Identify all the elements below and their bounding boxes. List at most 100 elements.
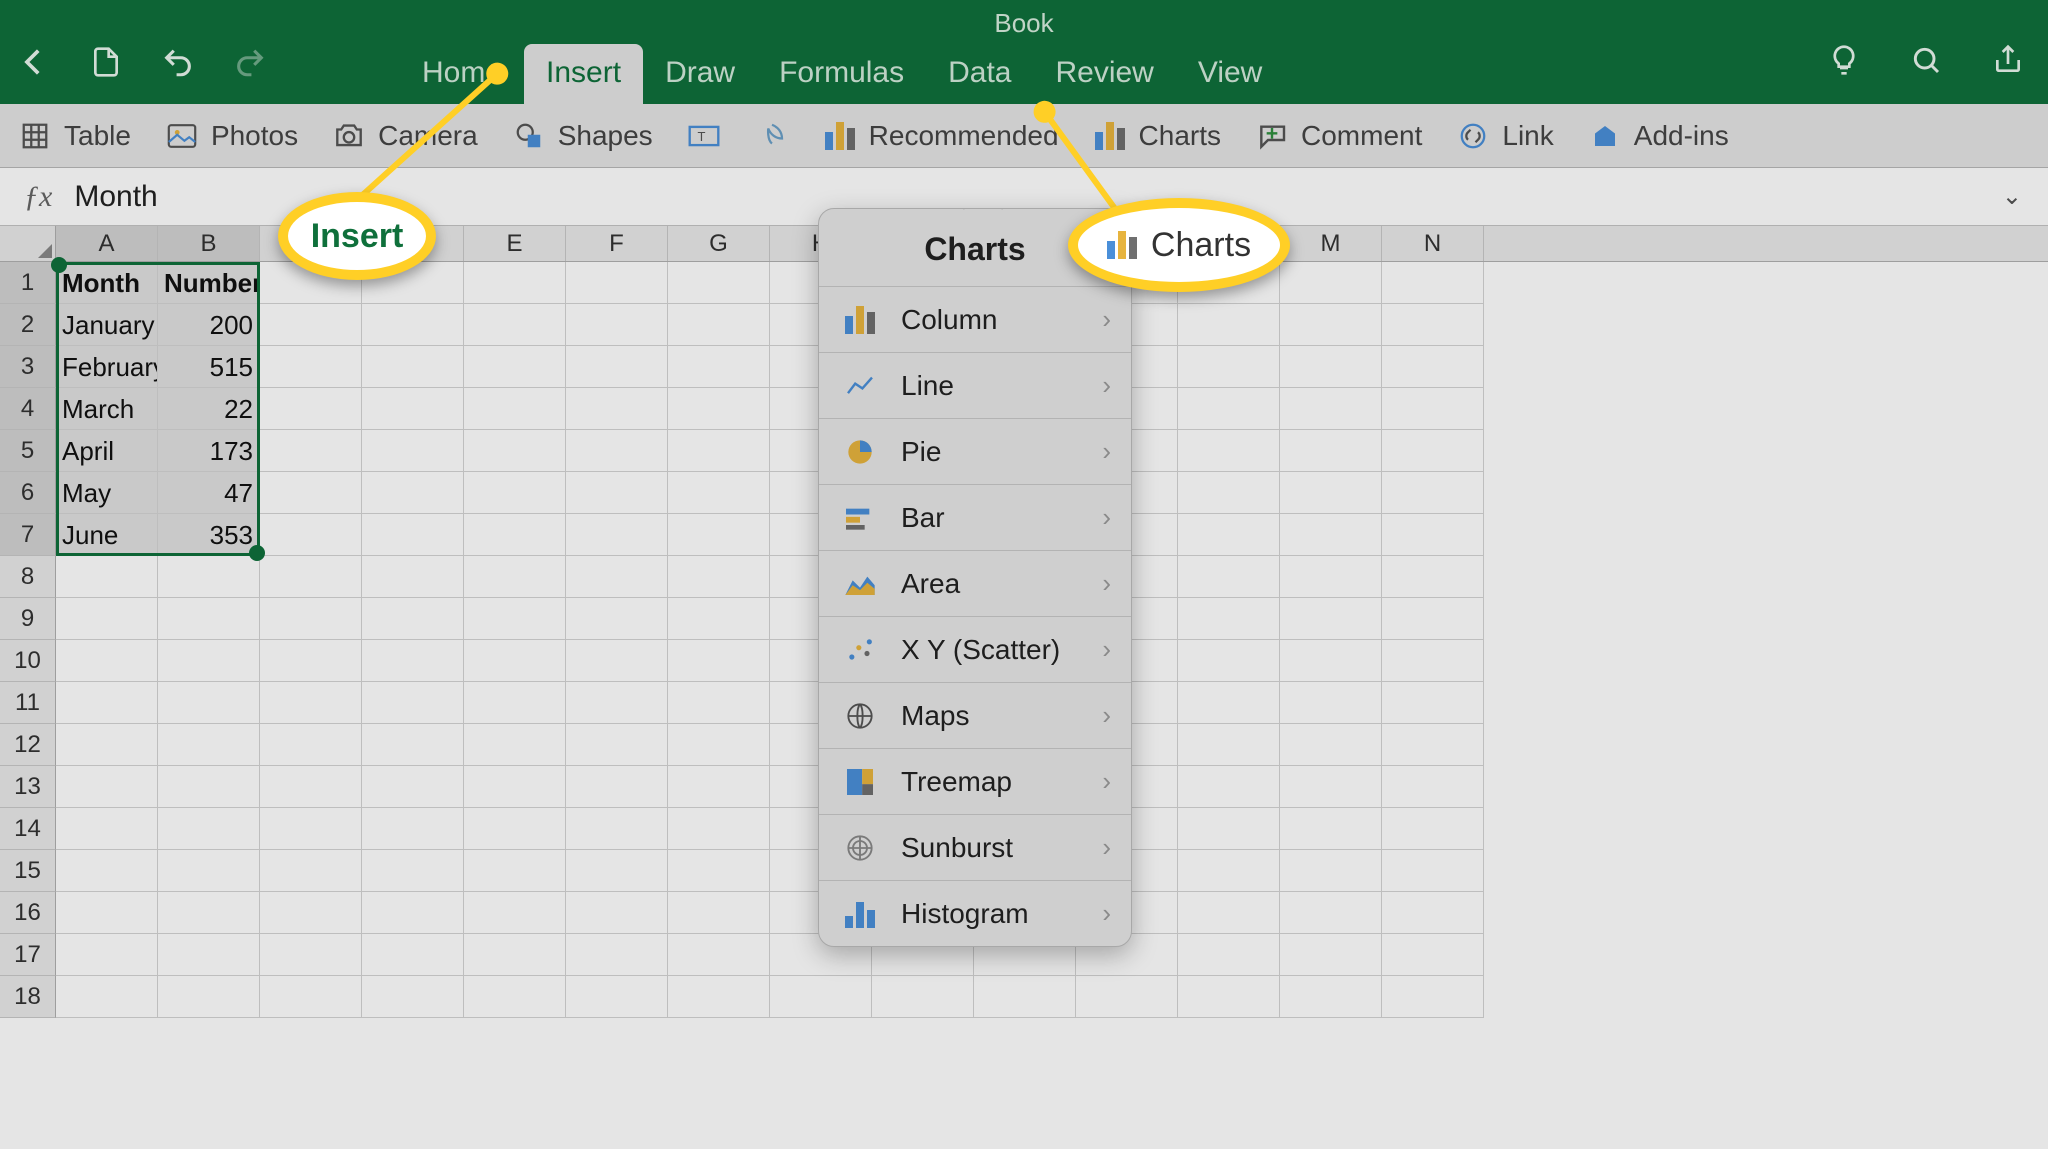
cell[interactable] [56, 934, 158, 976]
cell[interactable] [1382, 598, 1484, 640]
row-header[interactable]: 8 [0, 556, 56, 598]
cell[interactable] [158, 976, 260, 1018]
cell[interactable] [1178, 346, 1280, 388]
row-header[interactable]: 12 [0, 724, 56, 766]
cell[interactable] [1382, 766, 1484, 808]
cell[interactable] [1178, 514, 1280, 556]
chart-type-column[interactable]: Column › [819, 286, 1131, 352]
fx-icon[interactable]: ƒx [24, 180, 52, 214]
cell[interactable] [1178, 766, 1280, 808]
cell[interactable] [260, 724, 362, 766]
cell[interactable] [566, 766, 668, 808]
cell[interactable] [566, 808, 668, 850]
cell[interactable] [56, 682, 158, 724]
cell[interactable] [1280, 850, 1382, 892]
cell[interactable] [464, 472, 566, 514]
cell[interactable] [668, 388, 770, 430]
cell[interactable] [464, 514, 566, 556]
row-header[interactable]: 18 [0, 976, 56, 1018]
cell[interactable] [260, 640, 362, 682]
cell[interactable] [668, 556, 770, 598]
ribbon-addins[interactable]: Add-ins [1588, 119, 1729, 153]
cell[interactable] [1178, 892, 1280, 934]
ribbon-draw[interactable] [755, 119, 789, 153]
cell[interactable]: 515 [158, 346, 260, 388]
cell[interactable] [566, 976, 668, 1018]
cell[interactable] [1382, 472, 1484, 514]
file-icon[interactable] [84, 40, 128, 84]
cell[interactable] [362, 556, 464, 598]
chart-type-bar[interactable]: Bar › [819, 484, 1131, 550]
cell[interactable] [668, 640, 770, 682]
cell[interactable] [464, 808, 566, 850]
cell[interactable] [668, 514, 770, 556]
lightbulb-icon[interactable] [1822, 38, 1866, 82]
cell[interactable] [464, 262, 566, 304]
cell[interactable] [1178, 304, 1280, 346]
share-icon[interactable] [1986, 38, 2030, 82]
cell[interactable] [566, 430, 668, 472]
cell[interactable] [566, 850, 668, 892]
cell[interactable] [1280, 976, 1382, 1018]
column-header[interactable]: N [1382, 226, 1484, 261]
cell[interactable] [464, 640, 566, 682]
cell[interactable] [1280, 892, 1382, 934]
tab-formulas[interactable]: Formulas [757, 44, 926, 104]
cell[interactable] [464, 346, 566, 388]
cell[interactable] [56, 892, 158, 934]
cell[interactable]: January [56, 304, 158, 346]
cell[interactable] [668, 262, 770, 304]
cell[interactable] [1280, 556, 1382, 598]
cell[interactable] [260, 346, 362, 388]
cell[interactable] [56, 976, 158, 1018]
cell[interactable] [464, 682, 566, 724]
tab-data[interactable]: Data [926, 44, 1033, 104]
redo-icon[interactable] [228, 40, 272, 84]
row-header[interactable]: 5 [0, 430, 56, 472]
ribbon-charts[interactable]: Charts [1093, 119, 1221, 153]
cell[interactable] [668, 724, 770, 766]
cell[interactable] [566, 556, 668, 598]
cell[interactable] [362, 766, 464, 808]
cell[interactable] [566, 472, 668, 514]
cell[interactable] [1280, 472, 1382, 514]
cell[interactable] [566, 682, 668, 724]
ribbon-table[interactable]: Table [18, 119, 131, 153]
cell[interactable] [1178, 556, 1280, 598]
cell[interactable] [668, 934, 770, 976]
column-header[interactable]: E [464, 226, 566, 261]
cell[interactable] [1178, 976, 1280, 1018]
column-header[interactable]: F [566, 226, 668, 261]
cell[interactable] [158, 724, 260, 766]
cell[interactable] [158, 850, 260, 892]
cell[interactable] [158, 892, 260, 934]
cell[interactable] [362, 640, 464, 682]
cell[interactable] [566, 346, 668, 388]
row-header[interactable]: 9 [0, 598, 56, 640]
cell[interactable]: 353 [158, 514, 260, 556]
cell[interactable]: Number [158, 262, 260, 304]
cell[interactable] [464, 430, 566, 472]
chart-type-histogram[interactable]: Histogram › [819, 880, 1131, 946]
cell[interactable] [56, 724, 158, 766]
cell[interactable] [158, 556, 260, 598]
row-header[interactable]: 10 [0, 640, 56, 682]
row-header[interactable]: 14 [0, 808, 56, 850]
cell[interactable] [260, 850, 362, 892]
cell[interactable]: March [56, 388, 158, 430]
cell[interactable] [260, 934, 362, 976]
chart-type-pie[interactable]: Pie › [819, 418, 1131, 484]
cell[interactable] [566, 598, 668, 640]
cell[interactable] [1076, 976, 1178, 1018]
cell[interactable] [362, 304, 464, 346]
cell[interactable] [260, 976, 362, 1018]
cell[interactable] [668, 766, 770, 808]
chart-type-sunburst[interactable]: Sunburst › [819, 814, 1131, 880]
cell[interactable] [158, 640, 260, 682]
ribbon-camera[interactable]: Camera [332, 119, 478, 153]
cell[interactable] [362, 850, 464, 892]
cell[interactable] [566, 892, 668, 934]
cell[interactable] [362, 934, 464, 976]
cell[interactable] [1382, 346, 1484, 388]
cell[interactable] [56, 850, 158, 892]
